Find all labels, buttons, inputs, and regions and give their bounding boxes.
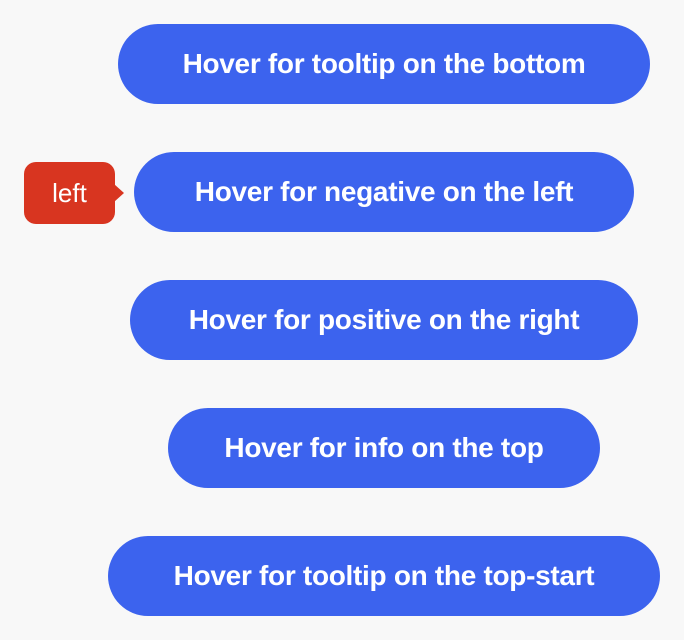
tooltip-top-start-button[interactable]: Hover for tooltip on the top-start	[108, 536, 660, 616]
tooltip-text: left	[52, 177, 87, 208]
tooltip-demo-canvas: Hover for tooltip on the bottom left Hov…	[0, 0, 684, 640]
positive-right-button[interactable]: Hover for positive on the right	[130, 280, 638, 360]
info-top-button[interactable]: Hover for info on the top	[168, 408, 600, 488]
negative-tooltip: left	[24, 162, 124, 224]
tooltip-arrow	[114, 184, 124, 202]
negative-left-button[interactable]: Hover for negative on the left	[134, 152, 634, 232]
tooltip-bottom-button[interactable]: Hover for tooltip on the bottom	[118, 24, 650, 104]
